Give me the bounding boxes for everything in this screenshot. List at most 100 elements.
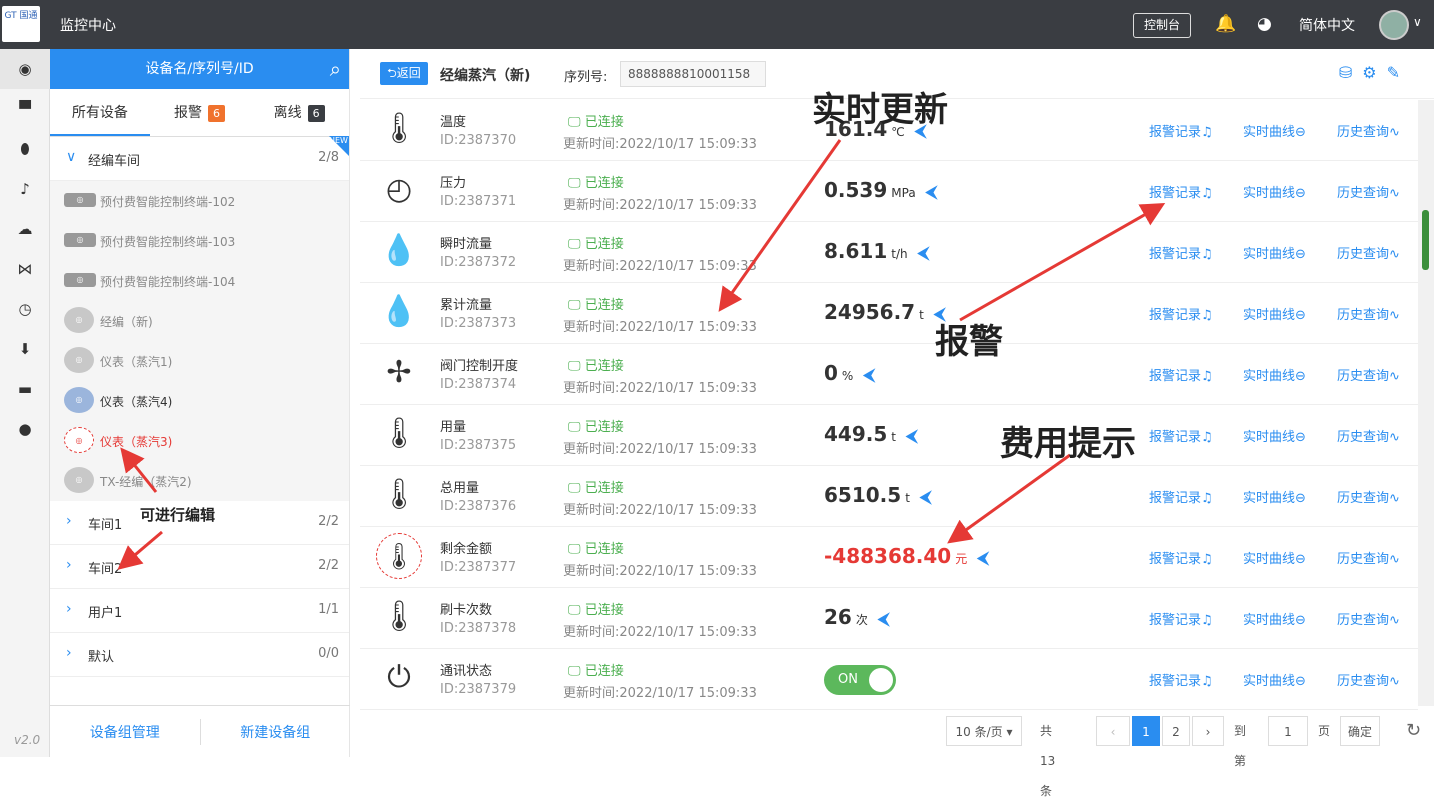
device-item[interactable]: ◎ 预付费智能控制终端-104	[50, 261, 349, 301]
language-selector[interactable]: 简体中文	[1299, 15, 1355, 35]
time-value: 2022/10/17 15:09:33	[619, 503, 757, 518]
back-button[interactable]: ⮌返回	[380, 62, 428, 85]
alarm-record-link[interactable]: 报警记录♫	[1149, 609, 1213, 628]
palette-icon[interactable]: ◕	[1257, 14, 1272, 34]
scrollbar-thumb[interactable]	[1422, 210, 1429, 270]
history-query-link[interactable]: 历史查询∿	[1337, 365, 1400, 384]
device-item[interactable]: ◎ 仪表（蒸汽1)	[50, 341, 349, 381]
device-group[interactable]: ∨ 经编车间 2/8 NEW	[50, 136, 349, 181]
archive-icon[interactable]: ⛁	[1339, 63, 1362, 82]
next-page-button[interactable]: ›	[1192, 716, 1224, 746]
realtime-curve-link[interactable]: 实时曲线⊖	[1243, 548, 1306, 567]
alarm-record-link[interactable]: 报警记录♫	[1149, 243, 1213, 262]
clock-icon[interactable]: ◷	[0, 289, 50, 329]
chevron-down-icon[interactable]: ∨	[1413, 15, 1422, 29]
search-icon[interactable]: ⌕	[330, 49, 341, 89]
network-icon[interactable]: ⋈	[0, 249, 50, 289]
history-query-link[interactable]: 历史查询∿	[1337, 609, 1400, 628]
send-arrow-icon[interactable]: ⮜	[934, 304, 945, 323]
device-group[interactable]: › 车间2 2/2	[50, 545, 349, 589]
device-group[interactable]: › 车间1 2/2	[50, 501, 349, 545]
alarm-record-link[interactable]: 报警记录♫	[1149, 365, 1213, 384]
realtime-curve-link[interactable]: 实时曲线⊖	[1243, 365, 1306, 384]
chevron-down-icon[interactable]: ∨	[66, 149, 76, 165]
alarm-record-link[interactable]: 报警记录♫	[1149, 670, 1213, 689]
card-icon[interactable]: ▬	[0, 369, 50, 409]
page-1-button[interactable]: 1	[1132, 716, 1160, 746]
tab-alarm[interactable]: 报警 6	[150, 89, 250, 136]
device-item[interactable]: ◎ 仪表（蒸汽3)	[50, 421, 349, 461]
device-item[interactable]: ◎ 预付费智能控制终端-103	[50, 221, 349, 261]
scrollbar[interactable]	[1418, 100, 1434, 706]
send-arrow-icon[interactable]: ⮜	[918, 243, 929, 262]
realtime-curve-link[interactable]: 实时曲线⊖	[1243, 121, 1306, 140]
realtime-curve-link[interactable]: 实时曲线⊖	[1243, 304, 1306, 323]
tab-all-devices[interactable]: 所有设备	[50, 89, 150, 136]
storefront-icon[interactable]: ▀	[0, 89, 50, 129]
user-avatar[interactable]	[1379, 10, 1409, 40]
device-item[interactable]: ◎ 预付费智能控制终端-102	[50, 181, 349, 221]
page-2-button[interactable]: 2	[1162, 716, 1190, 746]
download-icon[interactable]: ⬇	[0, 329, 50, 369]
comm-status-toggle[interactable]: ON	[824, 665, 896, 695]
device-group[interactable]: › 默认 0/0	[50, 633, 349, 677]
realtime-curve-link[interactable]: 实时曲线⊖	[1243, 487, 1306, 506]
app-logo[interactable]: GT 国通	[2, 6, 40, 42]
page-size-select[interactable]: 10 条/页 ▾	[946, 716, 1022, 746]
realtime-curve-link[interactable]: 实时曲线⊖	[1243, 243, 1306, 262]
new-group-button[interactable]: 新建设备组	[201, 722, 351, 742]
device-item[interactable]: ◎ TX-经编（蒸汽2)	[50, 461, 349, 501]
history-query-link[interactable]: 历史查询∿	[1337, 121, 1400, 140]
alarm-record-link[interactable]: 报警记录♫	[1149, 548, 1213, 567]
alarm-record-link[interactable]: 报警记录♫	[1149, 182, 1213, 201]
send-arrow-icon[interactable]: ⮜	[878, 609, 889, 628]
send-arrow-icon[interactable]: ⮜	[915, 121, 926, 140]
tab-offline[interactable]: 离线 6	[249, 89, 349, 136]
gear-icon[interactable]: ⚙	[1362, 63, 1386, 82]
serial-number-field[interactable]: 8888888810001158	[620, 61, 766, 87]
alarm-record-link[interactable]: 报警记录♫	[1149, 426, 1213, 445]
console-button[interactable]: 控制台	[1133, 13, 1191, 38]
prev-page-button[interactable]: ‹	[1096, 716, 1130, 746]
send-arrow-icon[interactable]: ⮜	[863, 365, 874, 384]
connection-status: 🖵 已连接	[568, 355, 624, 374]
history-query-link[interactable]: 历史查询∿	[1337, 426, 1400, 445]
history-query-link[interactable]: 历史查询∿	[1337, 182, 1400, 201]
history-query-link[interactable]: 历史查询∿	[1337, 243, 1400, 262]
history-query-link[interactable]: 历史查询∿	[1337, 548, 1400, 567]
send-arrow-icon[interactable]: ⮜	[920, 487, 931, 506]
chevron-right-icon[interactable]: ›	[66, 557, 72, 573]
sensor-value: 24956.7	[824, 300, 916, 324]
realtime-curve-link[interactable]: 实时曲线⊖	[1243, 182, 1306, 201]
refresh-icon[interactable]: ↻	[1406, 716, 1421, 746]
chevron-right-icon[interactable]: ›	[66, 601, 72, 617]
confirm-button[interactable]: 确定	[1340, 716, 1380, 746]
cloud-icon[interactable]: ☁	[0, 209, 50, 249]
chevron-right-icon[interactable]: ›	[66, 513, 72, 529]
edit-icon[interactable]: ✎	[1387, 63, 1410, 82]
device-item[interactable]: ◎ 仪表（蒸汽4)	[50, 381, 349, 421]
history-query-link[interactable]: 历史查询∿	[1337, 304, 1400, 323]
alarm-bell-icon[interactable]: ♪	[0, 169, 50, 209]
realtime-curve-link[interactable]: 实时曲线⊖	[1243, 670, 1306, 689]
device-item[interactable]: ◎ 经编（新)	[50, 301, 349, 341]
bell-icon[interactable]: 🔔	[1215, 14, 1236, 34]
circle-dot-icon[interactable]: ◉	[0, 49, 50, 89]
realtime-curve-link[interactable]: 实时曲线⊖	[1243, 609, 1306, 628]
alarm-record-link[interactable]: 报警记录♫	[1149, 304, 1213, 323]
send-arrow-icon[interactable]: ⮜	[926, 182, 937, 201]
alarm-record-link[interactable]: 报警记录♫	[1149, 121, 1213, 140]
device-search-bar[interactable]: 设备名/序列号/ID ⌕	[50, 49, 349, 89]
history-query-link[interactable]: 历史查询∿	[1337, 670, 1400, 689]
chevron-right-icon[interactable]: ›	[66, 645, 72, 661]
alarm-record-link[interactable]: 报警记录♫	[1149, 487, 1213, 506]
send-arrow-icon[interactable]: ⮜	[906, 426, 917, 445]
send-arrow-icon[interactable]: ⮜	[977, 548, 988, 567]
manage-groups-button[interactable]: 设备组管理	[50, 722, 200, 742]
device-group[interactable]: › 用户1 1/1	[50, 589, 349, 633]
user-icon[interactable]: ●	[0, 409, 50, 449]
goto-page-input[interactable]: 1	[1268, 716, 1308, 746]
history-query-link[interactable]: 历史查询∿	[1337, 487, 1400, 506]
location-pin-icon[interactable]: ⬮	[0, 129, 50, 169]
realtime-curve-link[interactable]: 实时曲线⊖	[1243, 426, 1306, 445]
